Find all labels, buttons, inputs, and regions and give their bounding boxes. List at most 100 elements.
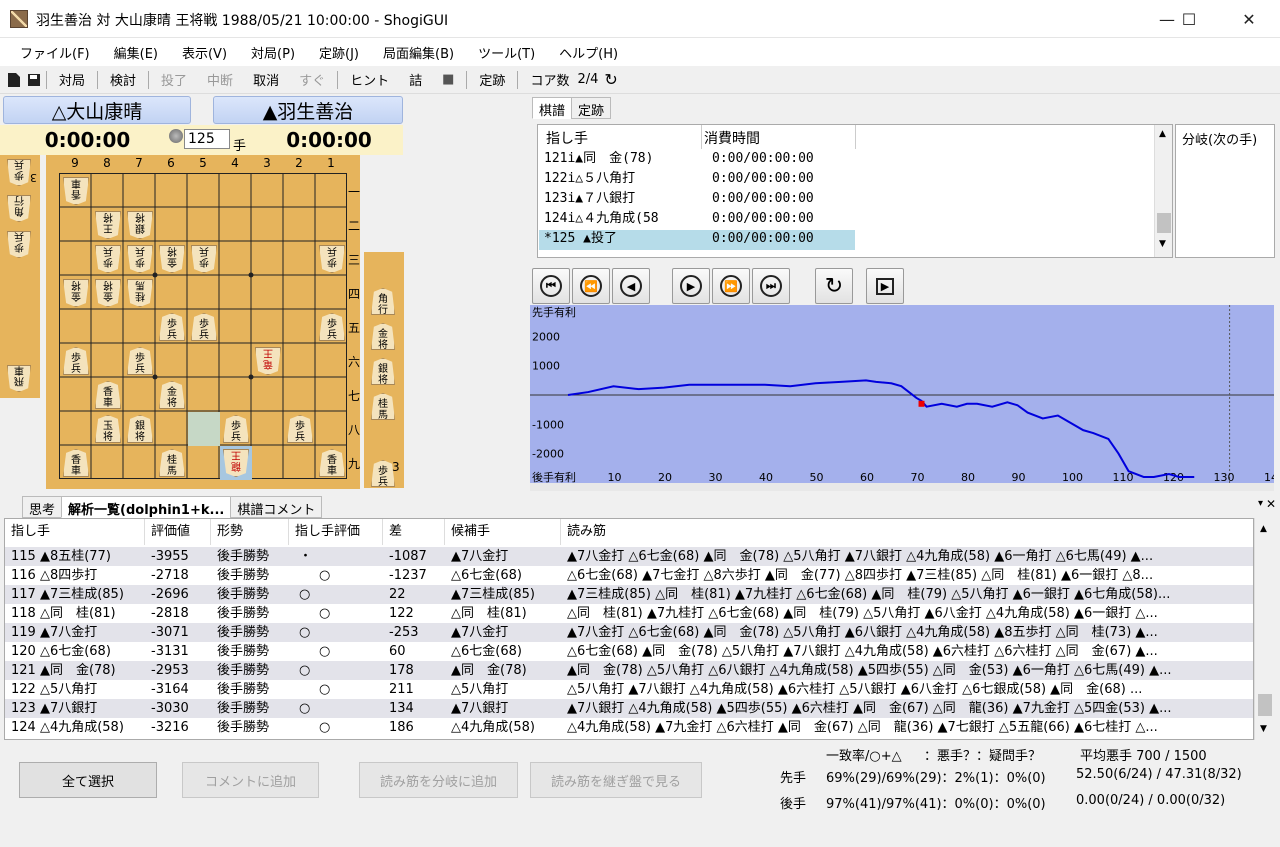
board-piece[interactable]: 歩兵	[127, 347, 153, 375]
board-piece[interactable]: 金将	[159, 381, 185, 409]
tab-thinking[interactable]: 思考	[22, 496, 63, 518]
board-piece[interactable]: 金将	[63, 279, 89, 307]
hand-piece[interactable]: 角行	[371, 288, 395, 315]
table-scroll-thumb[interactable]	[1258, 694, 1272, 716]
kifu-move[interactable]: 122i△５八角打	[544, 169, 702, 189]
menu-view[interactable]: 表示(V)	[174, 43, 235, 62]
column-header[interactable]: 形勢	[211, 519, 289, 545]
nav-prev-button[interactable]: ◀	[612, 268, 650, 304]
hand-piece[interactable]: 飛車	[7, 365, 31, 392]
play-button[interactable]: ▶	[866, 268, 904, 304]
scroll-down-icon[interactable]: ▼	[1159, 239, 1166, 249]
board-piece[interactable]: 玉将	[95, 415, 121, 443]
table-row[interactable]: 116 △8四歩打 -2718 後手勝勢 ○ -1237 △6七金(68) △6七金(68)…	[5, 566, 1253, 585]
panel-dropdown-icon[interactable]: ▾	[1258, 498, 1263, 509]
kifu-move[interactable]: 123i▲７八銀打	[544, 189, 702, 209]
board-piece[interactable]: 金将	[159, 245, 185, 273]
scroll-up-icon[interactable]: ▲	[1159, 129, 1166, 139]
board-piece[interactable]: 王将	[95, 211, 121, 239]
table-row[interactable]: 119 ▲7八金打 -3071 後手勝勢 ○ -253 ▲7八金打 ▲7八金打 △6七金(6…	[5, 623, 1253, 642]
nav-first-button[interactable]: ⏮	[532, 268, 570, 304]
hand-piece[interactable]: 角行	[7, 195, 31, 222]
column-header[interactable]: 候補手	[445, 519, 561, 545]
column-header[interactable]: 指し手	[5, 519, 145, 545]
kifu-scroll-thumb[interactable]	[1157, 213, 1171, 233]
kento-button[interactable]: 検討	[100, 70, 146, 89]
undo-button[interactable]: 取消	[243, 70, 289, 89]
tab-kifu-comment[interactable]: 棋譜コメント	[230, 496, 323, 518]
table-row[interactable]: 121 ▲同 金(78) -2953 後手勝勢 ○ 178 ▲同 金(78) ▲同 金(78…	[5, 661, 1253, 680]
save-icon[interactable]	[27, 72, 41, 88]
analysis-table[interactable]: 指し手 評価値 形勢 指し手評価差候補手 読み筋 115 ▲8五桂(77) -3955 後手…	[4, 518, 1254, 740]
menu-joseki[interactable]: 定跡(J)	[311, 43, 367, 62]
hand-piece[interactable]: 銀将	[371, 358, 395, 385]
nav-last-button[interactable]: ⏭	[752, 268, 790, 304]
table-row[interactable]: 115 ▲8五桂(77) -3955 後手勝勢 ・ -1087 ▲7八金打 ▲7八金打 △6…	[5, 547, 1253, 566]
hand-piece[interactable]: 歩兵	[7, 159, 31, 186]
table-row[interactable]: 118 △同 桂(81) -2818 後手勝勢 ○ 122 △同 桂(81) △同 桂(81…	[5, 604, 1253, 623]
column-header[interactable]: 評価値	[145, 519, 211, 545]
tab-analysis-list[interactable]: 解析一覧(dolphin1+k...	[61, 496, 232, 518]
board-piece[interactable]: 桂馬	[127, 279, 153, 307]
nav-back-many-button[interactable]: ⏪	[572, 268, 610, 304]
view-on-board-button[interactable]: 読み筋を継ぎ盤で見る	[530, 762, 702, 798]
board-piece[interactable]: 歩兵	[191, 313, 217, 341]
board-piece[interactable]: 歩兵	[127, 245, 153, 273]
column-header[interactable]: 差	[383, 519, 445, 545]
nav-next-button[interactable]: ▶	[672, 268, 710, 304]
kifu-list[interactable]: 指し手 消費時間 121i▲同 金(78) 0:00/00:00:00 122i△…	[537, 124, 1173, 258]
board-piece[interactable]: 銀将	[127, 415, 153, 443]
evaluation-graph[interactable]: 2000 1000 -1000 -2000 10 20 30 40 50 60 70 80 90 100 1…	[530, 305, 1280, 484]
board-piece[interactable]: 金将	[95, 279, 121, 307]
table-scrollbar[interactable]: ▲ ▼	[1254, 518, 1274, 740]
menu-game[interactable]: 対局(P)	[243, 43, 303, 62]
joseki-button[interactable]: 定跡	[469, 70, 515, 89]
hand-piece[interactable]: 歩兵	[7, 231, 31, 258]
nav-forward-many-button[interactable]: ⏩	[712, 268, 750, 304]
kifu-move[interactable]: 124i△４九角成(58	[544, 209, 702, 229]
taikyoku-button[interactable]: 対局	[49, 70, 95, 89]
hand-piece[interactable]: 桂馬	[371, 393, 395, 420]
board-piece[interactable]: 香車	[63, 177, 89, 205]
board-piece[interactable]: 龍王	[223, 449, 249, 477]
kifu-move[interactable]: 121i▲同 金(78)	[544, 149, 702, 169]
column-header[interactable]: 読み筋	[561, 519, 1253, 545]
scroll-down-icon[interactable]: ▼	[1260, 724, 1267, 734]
board-piece[interactable]: 歩兵	[191, 245, 217, 273]
hint-button[interactable]: ヒント	[340, 70, 399, 89]
board-piece[interactable]: 歩兵	[63, 347, 89, 375]
board-piece[interactable]: 歩兵	[95, 245, 121, 273]
panel-close-icon[interactable]: ✕	[1266, 497, 1276, 511]
refresh-icon[interactable]: ↻	[602, 70, 617, 89]
menu-edit[interactable]: 編集(E)	[106, 43, 166, 62]
menu-board-edit[interactable]: 局面編集(B)	[375, 43, 462, 62]
tsume-button[interactable]: 詰	[399, 70, 432, 89]
kifu-scrollbar[interactable]: ▲ ▼	[1154, 125, 1172, 257]
menu-tools[interactable]: ツール(T)	[470, 43, 543, 62]
new-file-icon[interactable]	[7, 72, 21, 88]
add-comment-button[interactable]: コメントに追加	[182, 762, 319, 798]
board-piece[interactable]: 竜王	[255, 347, 281, 375]
maximize-button[interactable]: ☐	[1166, 0, 1212, 38]
board-piece[interactable]: 歩兵	[319, 313, 345, 341]
tab-joseki[interactable]: 定跡	[571, 97, 612, 119]
stop-button[interactable]: ■	[432, 72, 464, 87]
menu-file[interactable]: ファイル(F)	[12, 43, 98, 62]
hand-piece[interactable]: 金将	[371, 323, 395, 350]
close-button[interactable]: ✕	[1226, 0, 1272, 38]
resign-button[interactable]: 投了	[151, 70, 197, 89]
flip-board-button[interactable]: ↻	[815, 268, 853, 304]
column-header[interactable]: 指し手評価	[289, 519, 383, 545]
select-all-button[interactable]: 全て選択	[19, 762, 157, 798]
table-row[interactable]: 122 △5八角打 -3164 後手勝勢 ○ 211 △5八角打 △5八角打 ▲7八銀打 △…	[5, 680, 1253, 699]
table-row[interactable]: 124 △4九角成(58) -3216 後手勝勢 ○ 186 △4九角成(58) △4九角成…	[5, 718, 1253, 737]
graph-scrollbar[interactable]	[530, 483, 1274, 491]
add-branch-button[interactable]: 読み筋を分岐に追加	[359, 762, 518, 798]
suspend-button[interactable]: 中断	[197, 70, 243, 89]
board-piece[interactable]: 香車	[319, 449, 345, 477]
board-piece[interactable]: 桂馬	[159, 449, 185, 477]
tab-kifu[interactable]: 棋譜	[532, 97, 573, 119]
board-piece[interactable]: 歩兵	[223, 415, 249, 443]
branch-list[interactable]: 分岐(次の手)	[1175, 124, 1275, 258]
table-row[interactable]: 123 ▲7八銀打 -3030 後手勝勢 ○ 134 ▲7八銀打 ▲7八銀打 △4九角成(5…	[5, 699, 1253, 718]
